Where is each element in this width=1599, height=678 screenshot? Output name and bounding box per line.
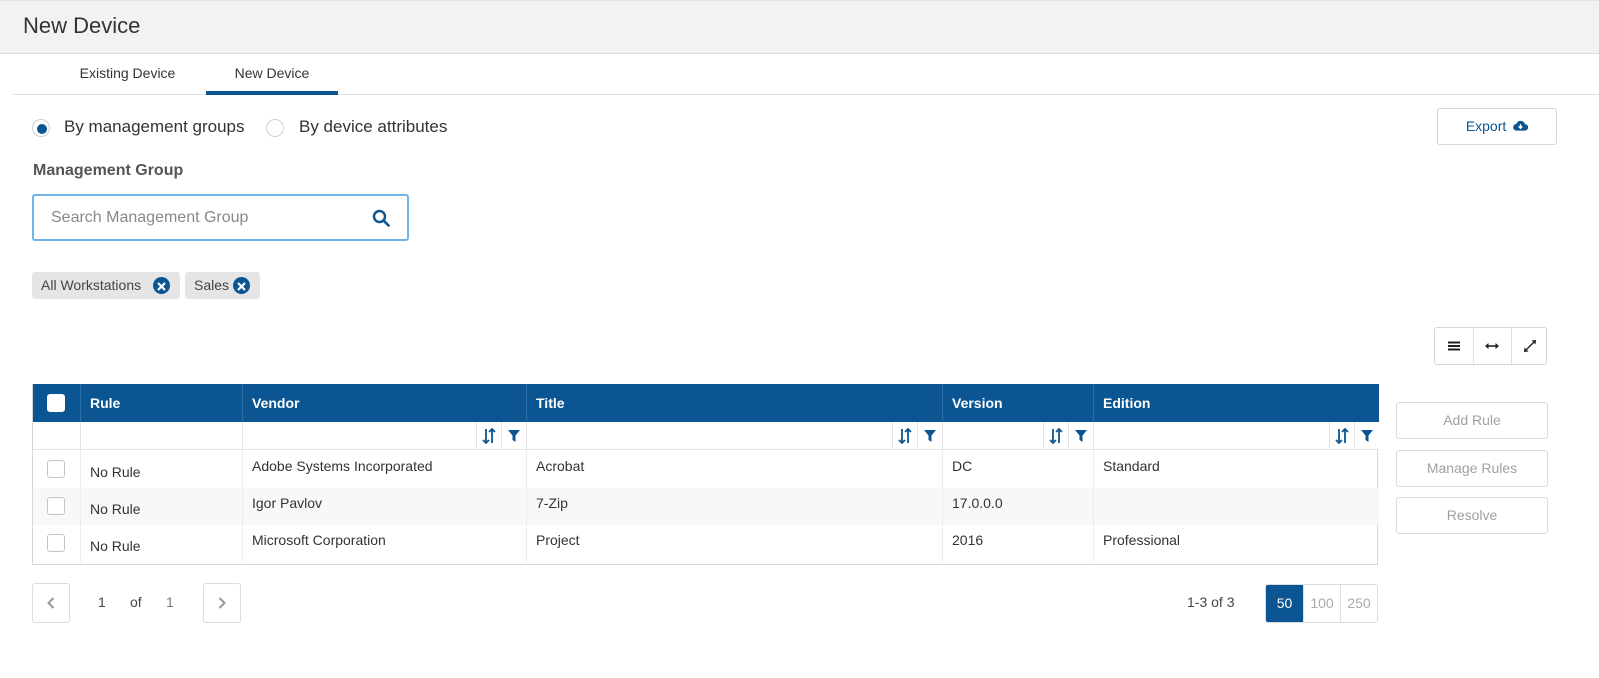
row-select-cell [33,525,81,562]
sort-icon[interactable] [476,422,501,449]
filter-cell-version [943,422,1094,450]
chevron-right-icon [218,597,226,609]
page-size-group: 50 100 250 [1265,584,1378,623]
cell-vendor: Igor Pavlov [243,488,527,525]
cell-edition [1094,488,1379,525]
chip-label: Sales [194,277,230,293]
record-range: 1-3 of 3 [1187,594,1235,610]
table-row[interactable]: No Rule Microsoft Corporation Project 20… [33,525,1379,562]
filter-cell-rule [81,422,243,450]
cloud-download-icon [1513,120,1529,131]
cell-rule: No Rule [81,525,243,562]
page-size-50[interactable]: 50 [1266,585,1303,622]
filter-cell-title [527,422,943,450]
column-header-edition[interactable]: Edition [1094,384,1379,422]
row-checkbox[interactable] [47,460,65,478]
management-group-search [32,194,409,241]
row-checkbox[interactable] [47,497,65,515]
select-all-cell [33,384,81,422]
search-icon[interactable] [372,209,390,227]
fullscreen-button[interactable] [1511,328,1548,364]
sort-icon[interactable] [1329,422,1354,449]
fit-width-button[interactable] [1473,328,1510,364]
current-page[interactable]: 1 [98,594,106,610]
radio-by-device-attributes[interactable] [266,119,284,137]
add-rule-button[interactable]: Add Rule [1396,402,1548,439]
remove-circle-icon[interactable] [153,277,170,294]
filter-cell-vendor [243,422,527,450]
row-checkbox[interactable] [47,534,65,552]
chip-sales: Sales [185,272,260,299]
radio-label-management-groups[interactable]: By management groups [64,117,245,137]
cell-version: 2016 [943,525,1094,562]
radio-by-management-groups[interactable] [32,119,50,137]
filter-icon[interactable] [1068,422,1093,449]
table-row[interactable]: No Rule Adobe Systems Incorporated Acrob… [33,451,1379,488]
search-input[interactable] [49,206,359,230]
arrows-horizontal-icon [1485,343,1499,349]
cell-version: DC [943,451,1094,488]
density-compact-button[interactable] [1435,328,1472,364]
column-header-title[interactable]: Title [527,384,943,422]
next-page-button[interactable] [203,583,241,623]
cell-edition: Standard [1103,458,1160,474]
tab-bar: Existing Device New Device [13,54,1599,95]
export-button[interactable]: Export [1437,108,1557,145]
filter-icon[interactable] [917,422,942,449]
cell-vendor: Adobe Systems Incorporated [243,451,527,488]
column-header-rule[interactable]: Rule [81,384,243,422]
tab-new-device[interactable]: New Device [206,54,338,95]
chevron-left-icon [47,597,55,609]
cell-title: Project [527,525,943,562]
page-of-label: of [130,594,142,610]
filter-icon[interactable] [501,422,526,449]
filter-cell-edition [1094,422,1379,450]
chip-label: All Workstations [41,277,142,293]
row-select-cell [33,451,81,488]
remove-circle-icon[interactable] [233,277,250,294]
software-grid: Rule Vendor Title Version Edition No Rul… [32,384,1379,565]
cell-vendor: Microsoft Corporation [243,525,527,562]
resolve-button[interactable]: Resolve [1396,497,1548,534]
cell-title: 7-Zip [527,488,943,525]
column-header-version[interactable]: Version [943,384,1094,422]
cell-version: 17.0.0.0 [943,488,1094,525]
filter-cell-select [33,422,81,450]
chip-all-workstations: All Workstations [32,272,180,299]
cell-rule: No Rule [81,488,243,525]
previous-page-button[interactable] [32,583,70,623]
page-title: New Device [23,13,141,38]
page-header: New Device [0,0,1599,54]
cell-rule: No Rule [81,451,243,488]
table-row[interactable]: No Rule Igor Pavlov 7-Zip 17.0.0.0 [33,488,1379,525]
manage-rules-button[interactable]: Manage Rules [1396,450,1548,487]
row-select-cell [33,488,81,525]
tab-existing-device[interactable]: Existing Device [50,54,205,95]
radio-label-device-attributes[interactable]: By device attributes [299,117,447,137]
filter-icon[interactable] [1354,422,1379,449]
total-pages: 1 [166,594,174,610]
cell-title: Acrobat [527,451,943,488]
page-size-250[interactable]: 250 [1340,585,1377,622]
page-size-100[interactable]: 100 [1303,585,1340,622]
grid-header: Rule Vendor Title Version Edition [33,384,1379,422]
sort-icon[interactable] [1043,422,1068,449]
list-icon [1447,341,1460,351]
management-group-label: Management Group [33,162,184,179]
sort-icon[interactable] [892,422,917,449]
cell-edition: Professional [1103,532,1181,548]
expand-icon [1524,340,1536,352]
view-toggle-group [1434,327,1547,365]
grid-filter-row [33,422,1379,450]
select-all-checkbox[interactable] [47,394,65,412]
export-label: Export [1465,118,1507,134]
column-header-vendor[interactable]: Vendor [243,384,527,422]
